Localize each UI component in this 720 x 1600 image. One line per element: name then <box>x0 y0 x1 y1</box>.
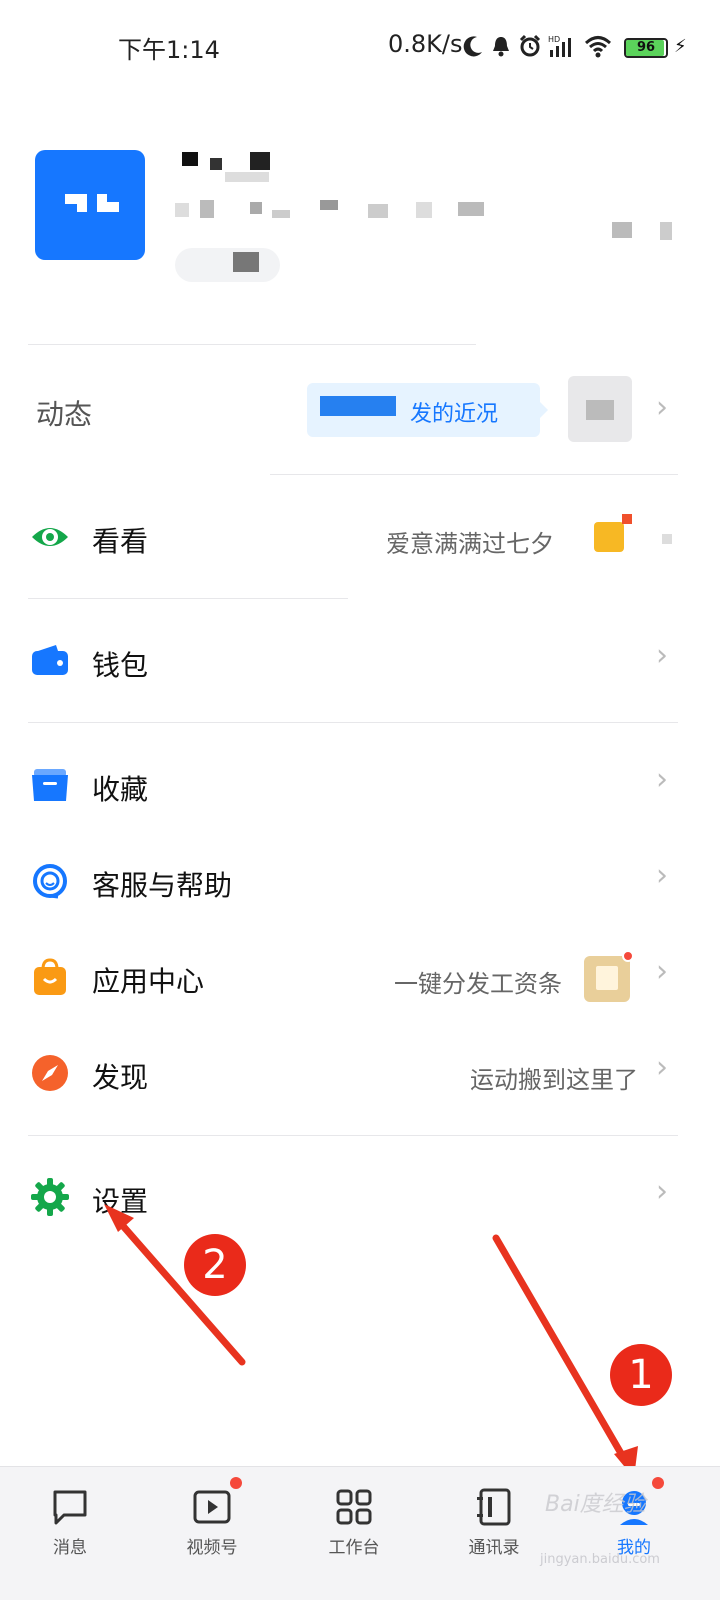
moon-icon <box>463 36 482 57</box>
chevron-right-icon: › <box>656 954 668 989</box>
chevron-right-icon: › <box>656 1050 668 1085</box>
menu-label-discover: 发现 <box>92 1061 149 1094</box>
menu-label-look: 看看 <box>92 525 149 558</box>
shopping-bag-icon <box>30 957 70 997</box>
menu-label-settings: 设置 <box>92 1185 149 1218</box>
menu-row-support[interactable]: 客服与帮助 › <box>0 836 720 926</box>
battery-percent: 96 <box>636 40 656 55</box>
menu-row-look[interactable]: 看看 爱意满满过七夕 <box>0 492 720 582</box>
tab-label: 视频号 <box>186 1538 238 1558</box>
menu-row-apps[interactable]: 应用中心 一键分发工资条 › <box>0 932 720 1022</box>
menu-row-discover[interactable]: 发现 运动搬到这里了 › <box>0 1028 720 1118</box>
annotation-step-1: 1 <box>610 1344 672 1406</box>
divider <box>28 722 678 723</box>
menu-row-favorites[interactable]: 收藏 › <box>0 740 720 830</box>
chevron-right-icon: › <box>656 638 668 673</box>
menu-label-favorites: 收藏 <box>92 773 149 806</box>
folder-icon <box>30 765 70 805</box>
video-play-icon <box>192 1487 232 1527</box>
menu-row-wallet[interactable]: 钱包 › <box>0 616 720 706</box>
chat-bubble-icon <box>50 1487 90 1527</box>
grid-icon <box>334 1487 374 1527</box>
divider <box>28 344 476 345</box>
battery-indicator: 96 <box>624 38 668 58</box>
menu-label-support: 客服与帮助 <box>92 869 233 902</box>
watermark-url: jingyan.baidu.com <box>540 1552 660 1567</box>
menu-label-apps: 应用中心 <box>92 965 205 998</box>
contacts-book-icon <box>474 1487 514 1527</box>
alarm-icon <box>519 34 541 57</box>
divider <box>28 1135 678 1136</box>
tab-label: 工作台 <box>328 1538 380 1558</box>
divider <box>270 474 678 475</box>
svg-text:HD: HD <box>548 35 560 44</box>
tab-messages[interactable]: 消息 <box>20 1467 120 1567</box>
menu-label-wallet: 钱包 <box>92 649 149 682</box>
annotation-step-2: 2 <box>184 1234 246 1296</box>
chevron-right-icon: › <box>656 1174 668 1209</box>
headset-icon <box>30 861 70 901</box>
eye-icon <box>30 517 70 557</box>
status-bar: 下午1:14 0.8K/s HD 96 ⚡ <box>0 0 720 96</box>
moments-bubble-text: 发的近况 <box>410 402 499 427</box>
charging-icon: ⚡ <box>674 36 687 57</box>
menu-subtitle-discover: 运动搬到这里了 <box>470 1066 638 1094</box>
notification-dot <box>230 1477 242 1489</box>
network-speed: 0.8K/s <box>388 30 463 58</box>
moments-bubble-tail <box>538 400 548 420</box>
status-time: 下午1:14 <box>118 36 220 64</box>
chevron-right-icon: › <box>656 762 668 797</box>
tab-label: 通讯录 <box>468 1538 520 1558</box>
chevron-right-icon: › <box>656 390 668 425</box>
menu-subtitle-apps: 一键分发工资条 <box>394 970 562 998</box>
signal-icon: HD <box>548 35 571 57</box>
moments-thumbnail <box>568 376 632 442</box>
moments-label: 动态 <box>36 398 93 431</box>
profile-status-chip[interactable] <box>175 248 280 282</box>
tab-workbench[interactable]: 工作台 <box>304 1467 404 1567</box>
divider <box>28 598 348 599</box>
wifi-icon <box>584 36 612 58</box>
avatar[interactable] <box>35 150 145 260</box>
compass-icon <box>30 1053 70 1093</box>
bell-icon <box>493 37 509 57</box>
chevron-right-icon: › <box>656 858 668 893</box>
notification-dot <box>652 1477 664 1489</box>
menu-row-settings[interactable]: 设置 › <box>0 1152 720 1242</box>
tab-channels[interactable]: 视频号 <box>162 1467 262 1567</box>
tab-label: 消息 <box>53 1538 87 1558</box>
watermark: Bai度经验 <box>545 1492 646 1517</box>
wallet-icon <box>30 641 70 681</box>
tab-contacts[interactable]: 通讯录 <box>444 1467 544 1567</box>
gear-icon <box>30 1177 70 1217</box>
menu-subtitle-look: 爱意满满过七夕 <box>386 530 554 558</box>
